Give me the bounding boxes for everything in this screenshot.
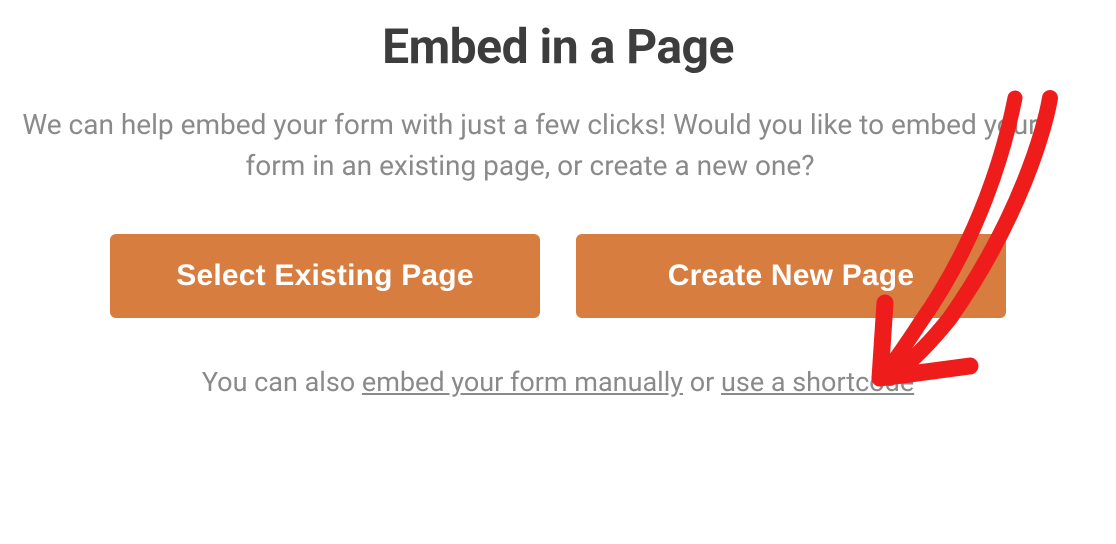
- dialog-title: Embed in a Page: [0, 18, 1116, 75]
- use-shortcode-link[interactable]: use a shortcode: [721, 366, 914, 398]
- dialog-description: We can help embed your form with just a …: [0, 105, 1060, 186]
- footer-text: You can also embed your form manually or…: [0, 366, 1116, 398]
- embed-dialog: Embed in a Page We can help embed your f…: [0, 18, 1116, 544]
- footer-prefix: You can also: [202, 366, 362, 398]
- create-new-page-button[interactable]: Create New Page: [576, 234, 1006, 318]
- button-row: Select Existing Page Create New Page: [0, 234, 1116, 318]
- embed-manually-link[interactable]: embed your form manually: [362, 366, 683, 398]
- footer-middle: or: [683, 366, 721, 398]
- select-existing-page-button[interactable]: Select Existing Page: [110, 234, 540, 318]
